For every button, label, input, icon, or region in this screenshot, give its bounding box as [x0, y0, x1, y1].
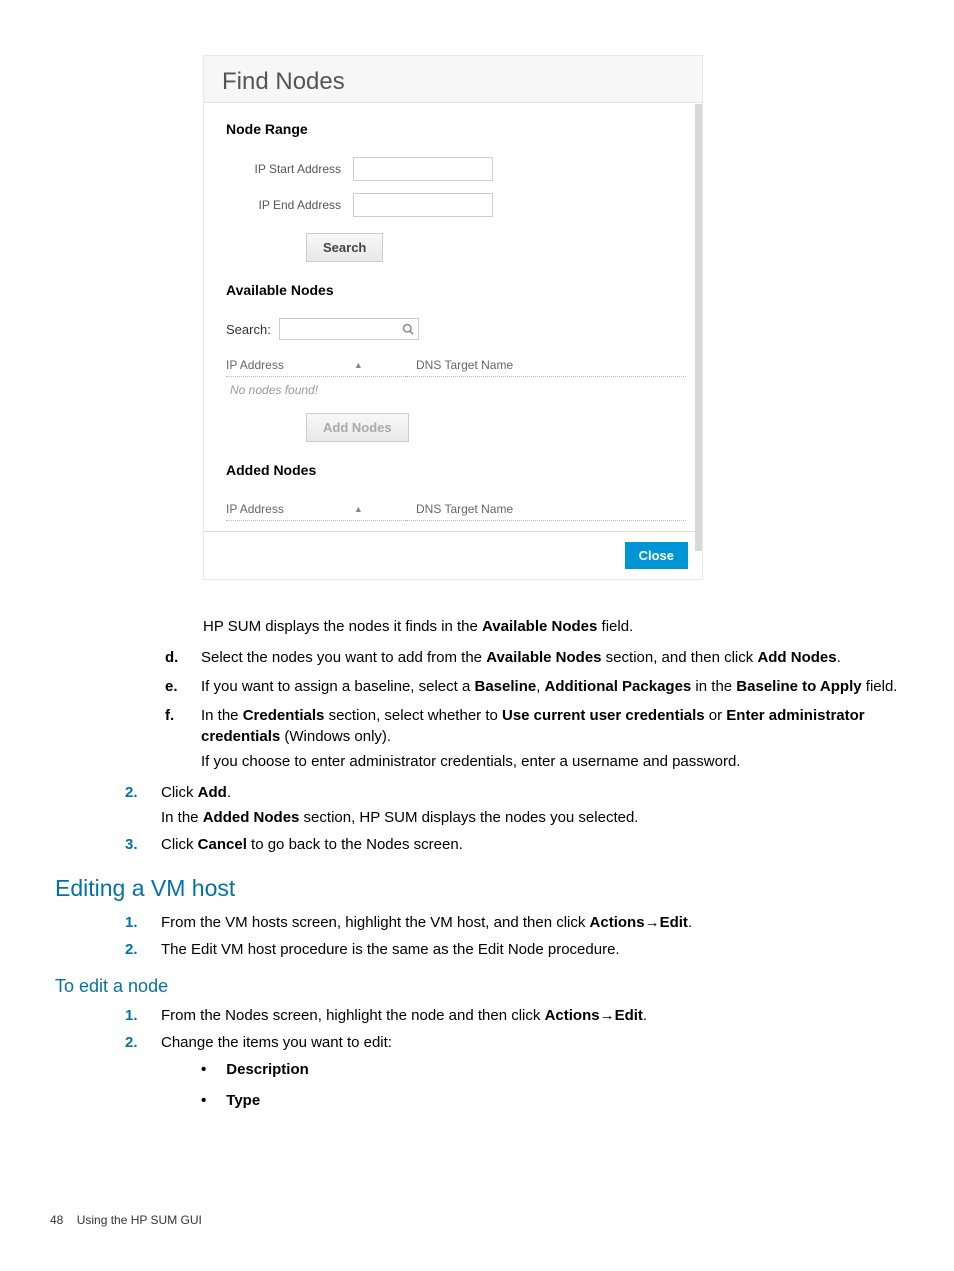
close-button[interactable]: Close: [625, 542, 688, 569]
heading-editing-vm-host: Editing a VM host: [55, 875, 899, 902]
step-f-sub: If you choose to enter administrator cre…: [201, 751, 899, 772]
added-col-dns[interactable]: DNS Target Name: [406, 498, 686, 521]
ip-start-label: IP Start Address: [226, 162, 341, 176]
dialog-title: Find Nodes: [204, 56, 702, 103]
search-button[interactable]: Search: [306, 233, 383, 262]
node-range-header: Node Range: [226, 121, 680, 137]
ip-end-input[interactable]: [353, 193, 493, 217]
editnode-step-1: 1. From the Nodes screen, highlight the …: [125, 1005, 899, 1026]
step-d: d. Select the nodes you want to add from…: [165, 647, 899, 668]
bullet-type: Type: [201, 1090, 899, 1111]
page-number: 48: [50, 1213, 63, 1227]
available-nodes-table: IP Address ▲ DNS Target Name No nodes fo…: [226, 354, 686, 397]
dialog-scrollbar[interactable]: [695, 104, 702, 551]
ip-end-label: IP End Address: [226, 198, 341, 212]
heading-to-edit-node: To edit a node: [55, 976, 899, 997]
added-nodes-header: Added Nodes: [226, 462, 680, 478]
sort-asc-icon: ▲: [354, 360, 363, 370]
find-nodes-dialog: Find Nodes Node Range IP Start Address I…: [203, 55, 703, 580]
step-e: e. If you want to assign a baseline, sel…: [165, 676, 899, 697]
document-body: HP SUM displays the nodes it finds in th…: [55, 616, 899, 1121]
available-col-dns[interactable]: DNS Target Name: [406, 354, 686, 377]
added-col-ip-label: IP Address: [226, 502, 284, 516]
editnode-step-2: 2. Change the items you want to edit: De…: [125, 1032, 899, 1121]
search-label: Search:: [226, 322, 271, 337]
step-2: 2. Click Add. In the Added Nodes section…: [125, 782, 899, 828]
bullet-description: Description: [201, 1059, 899, 1080]
search-icon: [402, 323, 414, 335]
available-search-input[interactable]: [279, 318, 419, 340]
col-ip-label: IP Address: [226, 358, 284, 372]
added-nodes-table: IP Address ▲ DNS Target Name: [226, 498, 686, 521]
step-3: 3. Click Cancel to go back to the Nodes …: [125, 834, 899, 855]
available-col-ip[interactable]: IP Address ▲: [226, 354, 406, 377]
page-footer-title: Using the HP SUM GUI: [77, 1213, 202, 1227]
available-nodes-header: Available Nodes: [226, 282, 680, 298]
vmhost-step-2: 2. The Edit VM host procedure is the sam…: [125, 939, 899, 960]
sort-asc-icon: ▲: [354, 504, 363, 514]
paragraph-available-nodes: HP SUM displays the nodes it finds in th…: [203, 616, 899, 637]
add-nodes-button[interactable]: Add Nodes: [306, 413, 409, 442]
vmhost-step-1: 1. From the VM hosts screen, highlight t…: [125, 912, 899, 933]
added-col-ip[interactable]: IP Address ▲: [226, 498, 406, 521]
available-empty-message: No nodes found!: [226, 377, 686, 397]
ip-start-input[interactable]: [353, 157, 493, 181]
page-footer: 48 Using the HP SUM GUI: [50, 1213, 202, 1227]
step-f: f. In the Credentials section, select wh…: [165, 705, 899, 772]
